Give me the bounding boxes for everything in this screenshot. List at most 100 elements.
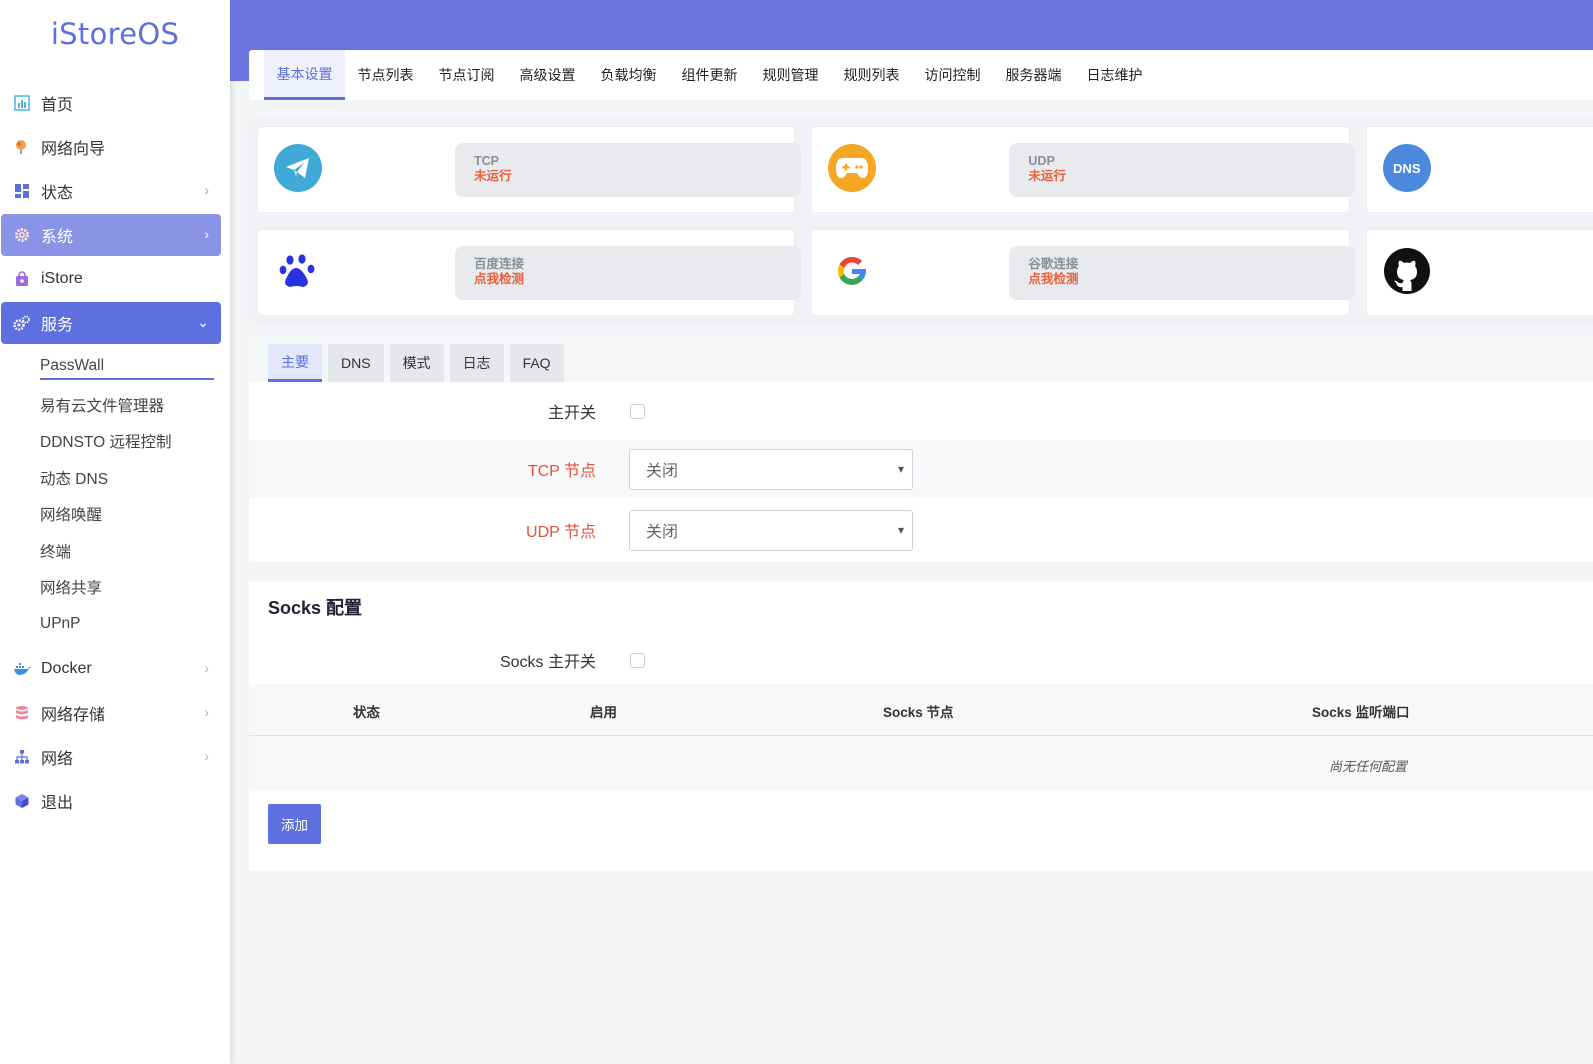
tab-node-subscribe[interactable]: 节点订阅 — [426, 50, 507, 100]
baidu-check-link[interactable]: 点我检测 — [474, 272, 801, 287]
chevron-right-icon: › — [204, 660, 209, 676]
google-label: 谷歌连接 — [1028, 257, 1079, 271]
sidebar-item-services[interactable]: 服务 ⌄ — [1, 302, 221, 344]
google-connection-card[interactable]: 谷歌连接 点我检测 — [811, 229, 1356, 316]
sidebar-item-label: 网络 — [41, 751, 74, 768]
baidu-label: 百度连接 — [474, 257, 525, 271]
connection-row: 百度连接 点我检测 谷歌连接 点我检测 — [257, 229, 1593, 326]
udp-node-row: UDP 节点 关闭 ▾ — [249, 498, 1593, 562]
udp-label: UDP — [1028, 154, 1055, 168]
baidu-connection-card[interactable]: 百度连接 点我检测 — [257, 229, 801, 316]
sidebar-item-label: 网络向导 — [41, 141, 106, 158]
github-connection-card[interactable] — [1365, 229, 1593, 316]
udp-node-label: UDP 节点 — [526, 524, 596, 541]
tcp-node-select[interactable]: 关闭 ▾ — [629, 448, 913, 490]
tab-component-update[interactable]: 组件更新 — [669, 50, 750, 100]
socks-table: 状态 启用 Socks 节点 Socks 监听端口 尚无任何配置 — [249, 684, 1593, 791]
main-switch-checkbox[interactable] — [630, 403, 645, 419]
submenu-item-samba[interactable]: 网络共享 — [0, 569, 230, 606]
subtab-faq[interactable]: FAQ — [509, 344, 564, 382]
globe-icon — [13, 138, 31, 156]
sidebar-item-label: Docker — [41, 660, 92, 677]
tab-rule-list[interactable]: 规则列表 — [831, 50, 912, 100]
tab-advanced[interactable]: 高级设置 — [507, 50, 588, 100]
brand-logo[interactable]: iStoreOS — [0, 0, 230, 68]
udp-node-select[interactable]: 关闭 ▾ — [629, 509, 913, 551]
subtab-main[interactable]: 主要 — [268, 344, 322, 382]
sidebar-item-label: 状态 — [41, 185, 74, 202]
database-icon — [13, 704, 31, 722]
services-submenu: PassWall 易有云文件管理器 DDNSTO 远程控制 动态 DNS 网络唤… — [0, 346, 230, 646]
submenu-item-wol[interactable]: 网络唤醒 — [0, 496, 230, 533]
sidebar-item-label: 首页 — [41, 97, 74, 114]
subtab-dns[interactable]: DNS — [328, 344, 384, 382]
telegram-icon — [274, 144, 322, 192]
tab-load-balance[interactable]: 负载均衡 — [588, 50, 669, 100]
gear-icon — [13, 226, 31, 244]
socks-config-card: Socks 配置 Socks 主开关 状态 启用 Socks 节点 Socks … — [249, 581, 1593, 871]
sidebar-item-home[interactable]: 首页 — [1, 82, 221, 124]
sidebar-item-status[interactable]: 状态 › — [1, 170, 221, 212]
socks-switch-row: Socks 主开关 — [249, 631, 1593, 689]
google-check-link[interactable]: 点我检测 — [1028, 272, 1355, 287]
udp-status-value: 未运行 — [1028, 169, 1066, 183]
tab-basic-settings[interactable]: 基本设置 — [264, 50, 345, 100]
cogs-icon — [13, 314, 31, 332]
sidebar-item-label: 网络存储 — [41, 707, 106, 724]
dns-icon: DNS — [1382, 144, 1431, 192]
status-panel: TCP 未运行 UDP 未运行 DNS 百度连接 点我检测 谷歌连接 点我检测 — [249, 118, 1593, 326]
sidebar-item-network[interactable]: 网络 › — [1, 736, 221, 778]
google-status-pill[interactable]: 谷歌连接 点我检测 — [1009, 246, 1356, 300]
col-socks-node: Socks 节点 — [883, 705, 954, 720]
udp-node-value: 关闭 — [646, 524, 679, 541]
subtab-log[interactable]: 日志 — [449, 344, 504, 382]
baidu-status-pill[interactable]: 百度连接 点我检测 — [455, 246, 801, 300]
submenu-item-ddnsto[interactable]: DDNSTO 远程控制 — [0, 423, 230, 460]
dns-status-card: DNS — [1365, 126, 1593, 213]
submenu-item-passwall[interactable]: PassWall — [0, 350, 230, 387]
sidebar-item-label: 系统 — [41, 229, 74, 246]
main-settings-card: 主要 DNS 模式 日志 FAQ 主开关 TCP 节点 关闭 ▾ UDP 节点 … — [249, 336, 1593, 562]
sidebar-item-docker[interactable]: Docker › — [1, 648, 221, 690]
sidebar-item-logout[interactable]: 退出 — [1, 780, 221, 822]
tab-log[interactable]: 日志维护 — [1074, 50, 1155, 100]
chevron-right-icon: › — [204, 704, 209, 720]
chart-icon — [13, 94, 31, 112]
subtab-mode[interactable]: 模式 — [389, 344, 444, 382]
add-socks-button[interactable]: 添加 — [268, 804, 321, 844]
tcp-node-label: TCP 节点 — [527, 463, 596, 480]
submenu-item-upnp[interactable]: UPnP — [0, 606, 230, 643]
submenu-item-linkease[interactable]: 易有云文件管理器 — [0, 387, 230, 424]
main-content: 基本设置 节点列表 节点订阅 高级设置 负载均衡 组件更新 规则管理 规则列表 … — [249, 50, 1593, 871]
tcp-status-value: 未运行 — [474, 169, 512, 183]
docker-icon — [13, 660, 31, 678]
tab-access-control[interactable]: 访问控制 — [912, 50, 993, 100]
sitemap-icon — [13, 748, 31, 766]
tcp-label: TCP — [474, 154, 499, 168]
sidebar-item-wizard[interactable]: 网络向导 — [1, 126, 221, 168]
dashboard-icon — [13, 182, 31, 200]
tab-rule-manage[interactable]: 规则管理 — [750, 50, 831, 100]
socks-empty-message: 尚无任何配置 — [1329, 759, 1408, 774]
bag-icon — [13, 270, 31, 288]
chevron-right-icon: › — [204, 748, 209, 764]
submenu-item-ddns[interactable]: 动态 DNS — [0, 460, 230, 497]
chevron-down-icon: ▾ — [897, 461, 904, 476]
socks-switch-checkbox[interactable] — [630, 652, 645, 668]
chevron-right-icon: › — [204, 182, 209, 198]
sidebar-item-system[interactable]: 系统 › — [1, 214, 221, 256]
udp-status-pill: UDP 未运行 — [1009, 143, 1356, 197]
sidebar-item-label: 退出 — [41, 795, 74, 812]
settings-subtabs: 主要 DNS 模式 日志 FAQ — [249, 336, 1593, 382]
baidu-paw-icon — [274, 247, 322, 295]
gamepad-icon — [828, 144, 877, 192]
tab-server[interactable]: 服务器端 — [993, 50, 1074, 100]
sidebar-item-storage[interactable]: 网络存储 › — [1, 692, 221, 734]
github-icon — [1383, 247, 1431, 295]
tab-node-list[interactable]: 节点列表 — [345, 50, 426, 100]
submenu-item-terminal[interactable]: 终端 — [0, 533, 230, 570]
sidebar-item-label: 服务 — [41, 317, 74, 334]
socks-table-header: 状态 启用 Socks 节点 Socks 监听端口 — [249, 684, 1593, 736]
tcp-node-value: 关闭 — [646, 463, 679, 480]
sidebar-item-istore[interactable]: iStore — [1, 258, 221, 300]
